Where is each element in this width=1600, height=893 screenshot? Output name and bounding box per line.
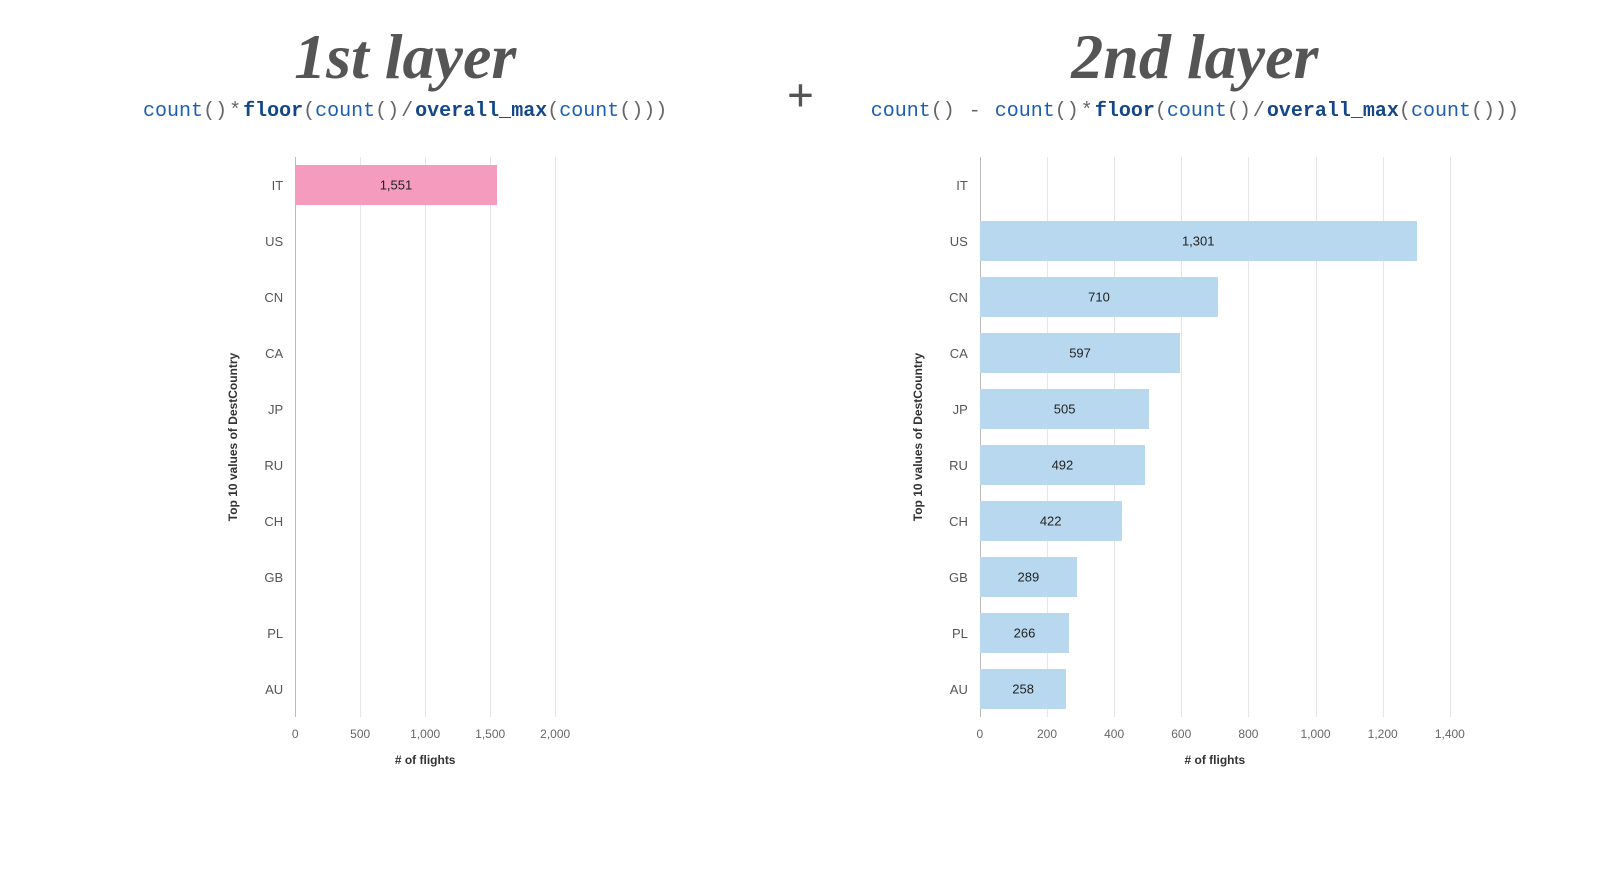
bar-row: PL266 [980, 605, 1450, 661]
x-tick-label: 800 [1238, 727, 1258, 741]
bar-row: CA [295, 325, 555, 381]
bar-row: AU [295, 661, 555, 717]
plot-area: IT1,551USCNCAJPRUCHGBPLAU [295, 157, 555, 717]
bar-row: IT [980, 157, 1450, 213]
bar-row: JP [295, 381, 555, 437]
plus-separator: + [780, 68, 819, 123]
bar-row: US [295, 213, 555, 269]
plot-area: ITUS1,301CN710CA597JP505RU492CH422GB289P… [980, 157, 1450, 717]
formula-right: count() - count()*floor(count()/overall_… [871, 100, 1519, 123]
category-label: PL [952, 626, 978, 641]
bar-value-label: 258 [1012, 682, 1034, 697]
x-tick-label: 0 [292, 727, 299, 741]
category-label: IT [956, 178, 978, 193]
bar-row: AU258 [980, 661, 1450, 717]
category-label: JP [953, 402, 978, 417]
bar-value-label: 1,551 [380, 178, 413, 193]
bar-value-label: 266 [1014, 626, 1036, 641]
bar-value-label: 289 [1017, 570, 1039, 585]
category-label: CH [264, 514, 293, 529]
bar-value-label: 710 [1088, 290, 1110, 305]
bar-row: RU [295, 437, 555, 493]
bar-row: CN [295, 269, 555, 325]
bar-value-label: 597 [1069, 346, 1091, 361]
x-tick-label: 1,000 [410, 727, 440, 741]
x-tick-label: 0 [977, 727, 984, 741]
x-tick-label: 2,000 [540, 727, 570, 741]
bar-row: GB [295, 549, 555, 605]
x-tick-label: 200 [1037, 727, 1057, 741]
bar-value-label: 1,301 [1182, 234, 1215, 249]
category-label: GB [949, 570, 978, 585]
bar-row: GB289 [980, 549, 1450, 605]
bar-value-label: 422 [1040, 514, 1062, 529]
heading-left: 1st layer [294, 20, 516, 94]
x-axis-title: # of flights [1185, 753, 1246, 767]
bar-row: JP505 [980, 381, 1450, 437]
chart-right: ITUS1,301CN710CA597JP505RU492CH422GB289P… [910, 157, 1480, 787]
x-tick-label: 1,500 [475, 727, 505, 741]
category-label: CN [949, 290, 978, 305]
category-label: CN [264, 290, 293, 305]
grid-line [555, 157, 556, 717]
x-tick-label: 400 [1104, 727, 1124, 741]
category-label: RU [949, 458, 978, 473]
bar-row: CA597 [980, 325, 1450, 381]
category-label: AU [950, 682, 978, 697]
y-axis-title: Top 10 values of DestCountry [226, 353, 240, 521]
y-axis-title: Top 10 values of DestCountry [911, 353, 925, 521]
category-label: PL [267, 626, 293, 641]
category-label: RU [264, 458, 293, 473]
category-label: US [265, 234, 293, 249]
bar-row: PL [295, 605, 555, 661]
chart-left: IT1,551USCNCAJPRUCHGBPLAU05001,0001,5002… [225, 157, 585, 787]
x-tick-label: 1,200 [1368, 727, 1398, 741]
right-column: 2nd layer count() - count()*floor(count(… [820, 20, 1570, 863]
category-label: US [950, 234, 978, 249]
x-tick-label: 1,400 [1435, 727, 1465, 741]
formula-left: count()*floor(count()/overall_max(count(… [143, 100, 667, 123]
x-axis-title: # of flights [395, 753, 456, 767]
category-label: GB [264, 570, 293, 585]
category-label: AU [265, 682, 293, 697]
category-label: CA [265, 346, 293, 361]
left-column: 1st layer count()*floor(count()/overall_… [30, 20, 780, 863]
bar-row: CH [295, 493, 555, 549]
heading-right: 2nd layer [1071, 20, 1318, 94]
bar-row: CH422 [980, 493, 1450, 549]
x-tick-label: 600 [1171, 727, 1191, 741]
category-label: JP [268, 402, 293, 417]
category-label: CH [949, 514, 978, 529]
category-label: CA [950, 346, 978, 361]
x-tick-label: 500 [350, 727, 370, 741]
bar-value-label: 505 [1054, 402, 1076, 417]
grid-line [1450, 157, 1451, 717]
x-tick-label: 1,000 [1301, 727, 1331, 741]
category-label: IT [272, 178, 294, 193]
layout: 1st layer count()*floor(count()/overall_… [0, 0, 1600, 893]
bar-value-label: 492 [1052, 458, 1074, 473]
bar-row: US1,301 [980, 213, 1450, 269]
bar-row: IT1,551 [295, 157, 555, 213]
bar-row: CN710 [980, 269, 1450, 325]
bar-row: RU492 [980, 437, 1450, 493]
